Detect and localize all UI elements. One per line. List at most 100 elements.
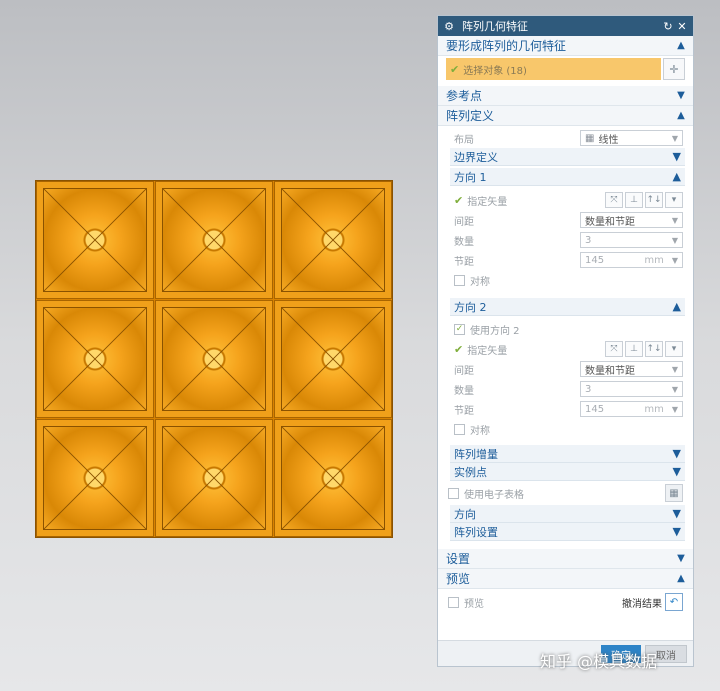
chevron-down-icon[interactable]: ▼ (675, 90, 687, 101)
reverse-vector-icon[interactable]: ⤧ (605, 341, 623, 357)
spreadsheet-checkbox[interactable] (448, 487, 459, 499)
preview-label: 预览 (464, 598, 484, 610)
chevron-down-icon[interactable]: ▼ (675, 553, 687, 564)
boundary-label: 边界定义 (454, 150, 498, 164)
instance-label: 实例点 (454, 465, 487, 479)
dir2-symmetric-row: 对称 (438, 419, 693, 439)
pattern-tile[interactable] (274, 181, 392, 299)
orientation-label: 方向 (454, 507, 476, 521)
chevron-down-icon[interactable]: ▼ (673, 525, 681, 538)
dir1-symmetric-row: 对称 (438, 270, 693, 290)
pattern-tile[interactable] (155, 181, 273, 299)
dir2-count-field[interactable]: 3 ▼ (580, 381, 683, 397)
section-settings-label: 设置 (446, 552, 471, 566)
select-object-field[interactable]: ✔ 选择对象 (18) (446, 58, 661, 80)
subsection-boundary[interactable]: 边界定义 ▼ (450, 148, 685, 166)
pattern-model[interactable] (35, 180, 393, 538)
linear-layout-icon: ▦ (585, 132, 595, 144)
section-preview-label: 预览 (446, 572, 471, 586)
section-pattern-definition[interactable]: 阵列定义 ▲ (438, 106, 693, 126)
close-icon[interactable]: ✕ (675, 20, 689, 33)
layout-value: 线性 (598, 134, 619, 146)
dir1-spacing-row: 间距 数量和节距 ▼ (438, 210, 693, 230)
pattern-tile[interactable] (36, 181, 154, 299)
chevron-up-icon[interactable]: ▲ (675, 110, 687, 121)
vector-dropdown-icon[interactable]: ▾ (665, 341, 683, 357)
chevron-down-icon[interactable]: ▼ (673, 507, 681, 520)
dir1-pitch-field[interactable]: 145 mm ▼ (580, 252, 683, 268)
direction1-label: 方向 1 (454, 170, 487, 184)
pattern-tile[interactable] (155, 419, 273, 537)
section-geometry-label: 要形成阵列的几何特征 (446, 39, 567, 53)
layout-select[interactable]: ▦ 线性 ▼ (580, 130, 683, 146)
dir2-pitch-label: 节距 (454, 405, 474, 417)
vector-axis-icon[interactable]: ↑↓ (645, 192, 663, 208)
dir2-vector-label: 指定矢量 (467, 345, 508, 357)
select-object-row: ✔ 选择对象 (18) ✛ (446, 58, 685, 80)
dir2-spacing-row: 间距 数量和节距 ▼ (438, 359, 693, 379)
subsection-orientation[interactable]: 方向 ▼ (450, 505, 685, 523)
reset-icon[interactable]: ↻ (661, 20, 675, 33)
dir1-symmetric-checkbox[interactable] (454, 274, 465, 286)
dir2-count-value: 3 (585, 383, 592, 395)
chevron-down-icon[interactable]: ▼ (673, 465, 681, 478)
subsection-instance-points[interactable]: 实例点 ▼ (450, 463, 685, 481)
inferred-vector-icon[interactable]: ⊥ (625, 341, 643, 357)
section-preview[interactable]: 预览 ▲ (438, 569, 693, 589)
section-geometry[interactable]: 要形成阵列的几何特征 ▲ (438, 36, 693, 56)
dir2-spacing-select[interactable]: 数量和节距 ▼ (580, 361, 683, 377)
chevron-down-icon[interactable]: ▼ (673, 150, 681, 163)
subsection-direction1[interactable]: 方向 1 ▲ (450, 168, 685, 186)
subsection-increment[interactable]: 阵列增量 ▼ (450, 445, 685, 463)
dir2-spacing-label: 间距 (454, 365, 474, 377)
tile-diagonals (281, 426, 385, 530)
watermark: 知乎 @模具数据 (540, 652, 658, 671)
section-refpoint[interactable]: 参考点 ▼ (438, 86, 693, 106)
pattern-tile[interactable] (274, 419, 392, 537)
dir1-spacing-value: 数量和节距 (585, 216, 635, 228)
select-object-label: 选择对象 (18) (463, 65, 527, 77)
spreadsheet-icon[interactable]: ▦ (665, 484, 683, 502)
chevron-up-icon[interactable]: ▲ (675, 573, 687, 584)
subsection-direction2[interactable]: 方向 2 ▲ (450, 298, 685, 316)
dir1-count-field[interactable]: 3 ▼ (580, 232, 683, 248)
dropdown-arrow-icon: ▼ (671, 235, 678, 245)
gear-icon[interactable]: ⚙ (442, 20, 456, 33)
chevron-up-icon[interactable]: ▲ (673, 170, 681, 183)
section-settings[interactable]: 设置 ▼ (438, 549, 693, 569)
use-direction2-checkbox[interactable]: ✓ (454, 323, 465, 335)
dir2-pitch-value: 145 (585, 403, 605, 415)
dir2-spacing-value: 数量和节距 (585, 365, 635, 377)
crosshair-icon[interactable]: ✛ (663, 58, 685, 80)
subsection-pattern-settings[interactable]: 阵列设置 ▼ (450, 523, 685, 541)
chevron-up-icon[interactable]: ▲ (673, 300, 681, 313)
dropdown-arrow-icon: ▼ (671, 404, 678, 414)
pattern-tile[interactable] (36, 419, 154, 537)
dir1-vector-row: ✔ 指定矢量 ⤧ ⊥ ↑↓ ▾ (438, 190, 693, 210)
dir1-count-label: 数量 (454, 236, 474, 248)
vector-axis-icon[interactable]: ↑↓ (645, 341, 663, 357)
dir2-vector-tools: ⤧ ⊥ ↑↓ ▾ (605, 341, 683, 357)
chevron-up-icon[interactable]: ▲ (675, 40, 687, 51)
vector-dropdown-icon[interactable]: ▾ (665, 192, 683, 208)
dir1-vector-label: 指定矢量 (467, 196, 508, 208)
reverse-vector-icon[interactable]: ⤧ (605, 192, 623, 208)
dir1-spacing-label: 间距 (454, 216, 474, 228)
dir2-pitch-field[interactable]: 145 mm ▼ (580, 401, 683, 417)
undo-icon[interactable]: ↶ (665, 593, 683, 611)
dir1-spacing-select[interactable]: 数量和节距 ▼ (580, 212, 683, 228)
dir2-symmetric-checkbox[interactable] (454, 423, 465, 435)
dialog-title: 阵列几何特征 (462, 20, 528, 33)
pattern-tile[interactable] (36, 300, 154, 418)
preview-checkbox[interactable] (448, 596, 459, 608)
chevron-down-icon[interactable]: ▼ (673, 447, 681, 460)
pattern-tile[interactable] (155, 300, 273, 418)
dialog-titlebar: ⚙ 阵列几何特征 ↻ ✕ (438, 16, 693, 36)
inferred-vector-icon[interactable]: ⊥ (625, 192, 643, 208)
tile-diagonals (281, 188, 385, 292)
check-icon: ✔ (454, 342, 464, 356)
pattern-tile[interactable] (274, 300, 392, 418)
use-direction2-label: 使用方向 2 (470, 325, 520, 337)
dropdown-arrow-icon: ▼ (671, 133, 678, 143)
spreadsheet-label: 使用电子表格 (464, 489, 524, 501)
